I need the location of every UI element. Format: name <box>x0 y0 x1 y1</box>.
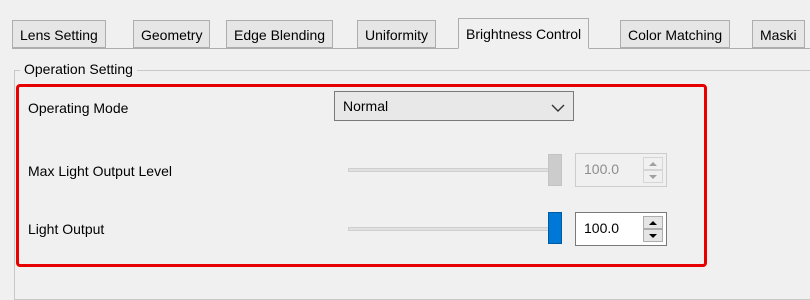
tab-geometry[interactable]: Geometry <box>133 20 211 48</box>
light-output-label: Light Output <box>28 221 105 237</box>
spin-up-button[interactable] <box>643 216 663 229</box>
light-output-spinbox[interactable]: 100.0 <box>575 212 667 246</box>
max-light-output-spinbox: 100.0 <box>575 153 667 187</box>
operating-mode-value: Normal <box>343 98 389 114</box>
max-light-output-value: 100.0 <box>584 161 620 177</box>
group-title: Operation Setting <box>20 60 137 78</box>
spin-down-button[interactable] <box>643 229 663 242</box>
tab-uniformity[interactable]: Uniformity <box>357 20 437 48</box>
chevron-down-icon <box>551 100 565 116</box>
arrow-down-icon <box>649 233 657 238</box>
arrow-up-icon <box>649 220 657 225</box>
tab-brightness-control[interactable]: Brightness Control <box>458 18 590 49</box>
light-output-slider-track <box>348 227 562 231</box>
tab-lens-setting[interactable]: Lens Setting <box>12 20 106 48</box>
arrow-up-icon <box>649 161 657 166</box>
arrow-down-icon <box>649 174 657 179</box>
max-light-output-label: Max Light Output Level <box>28 163 172 179</box>
light-output-value[interactable]: 100.0 <box>584 220 619 236</box>
light-output-slider-thumb[interactable] <box>548 212 562 244</box>
tab-masking[interactable]: Maski <box>752 20 805 48</box>
spin-up-button <box>643 157 663 170</box>
tab-edge-blending[interactable]: Edge Blending <box>226 20 334 48</box>
operating-mode-label: Operating Mode <box>28 100 129 116</box>
tab-color-matching[interactable]: Color Matching <box>620 20 731 48</box>
max-light-output-slider-track <box>348 168 562 172</box>
operating-mode-dropdown[interactable]: Normal <box>334 91 574 121</box>
spin-down-button <box>643 170 663 183</box>
max-light-output-slider-thumb <box>548 154 562 186</box>
